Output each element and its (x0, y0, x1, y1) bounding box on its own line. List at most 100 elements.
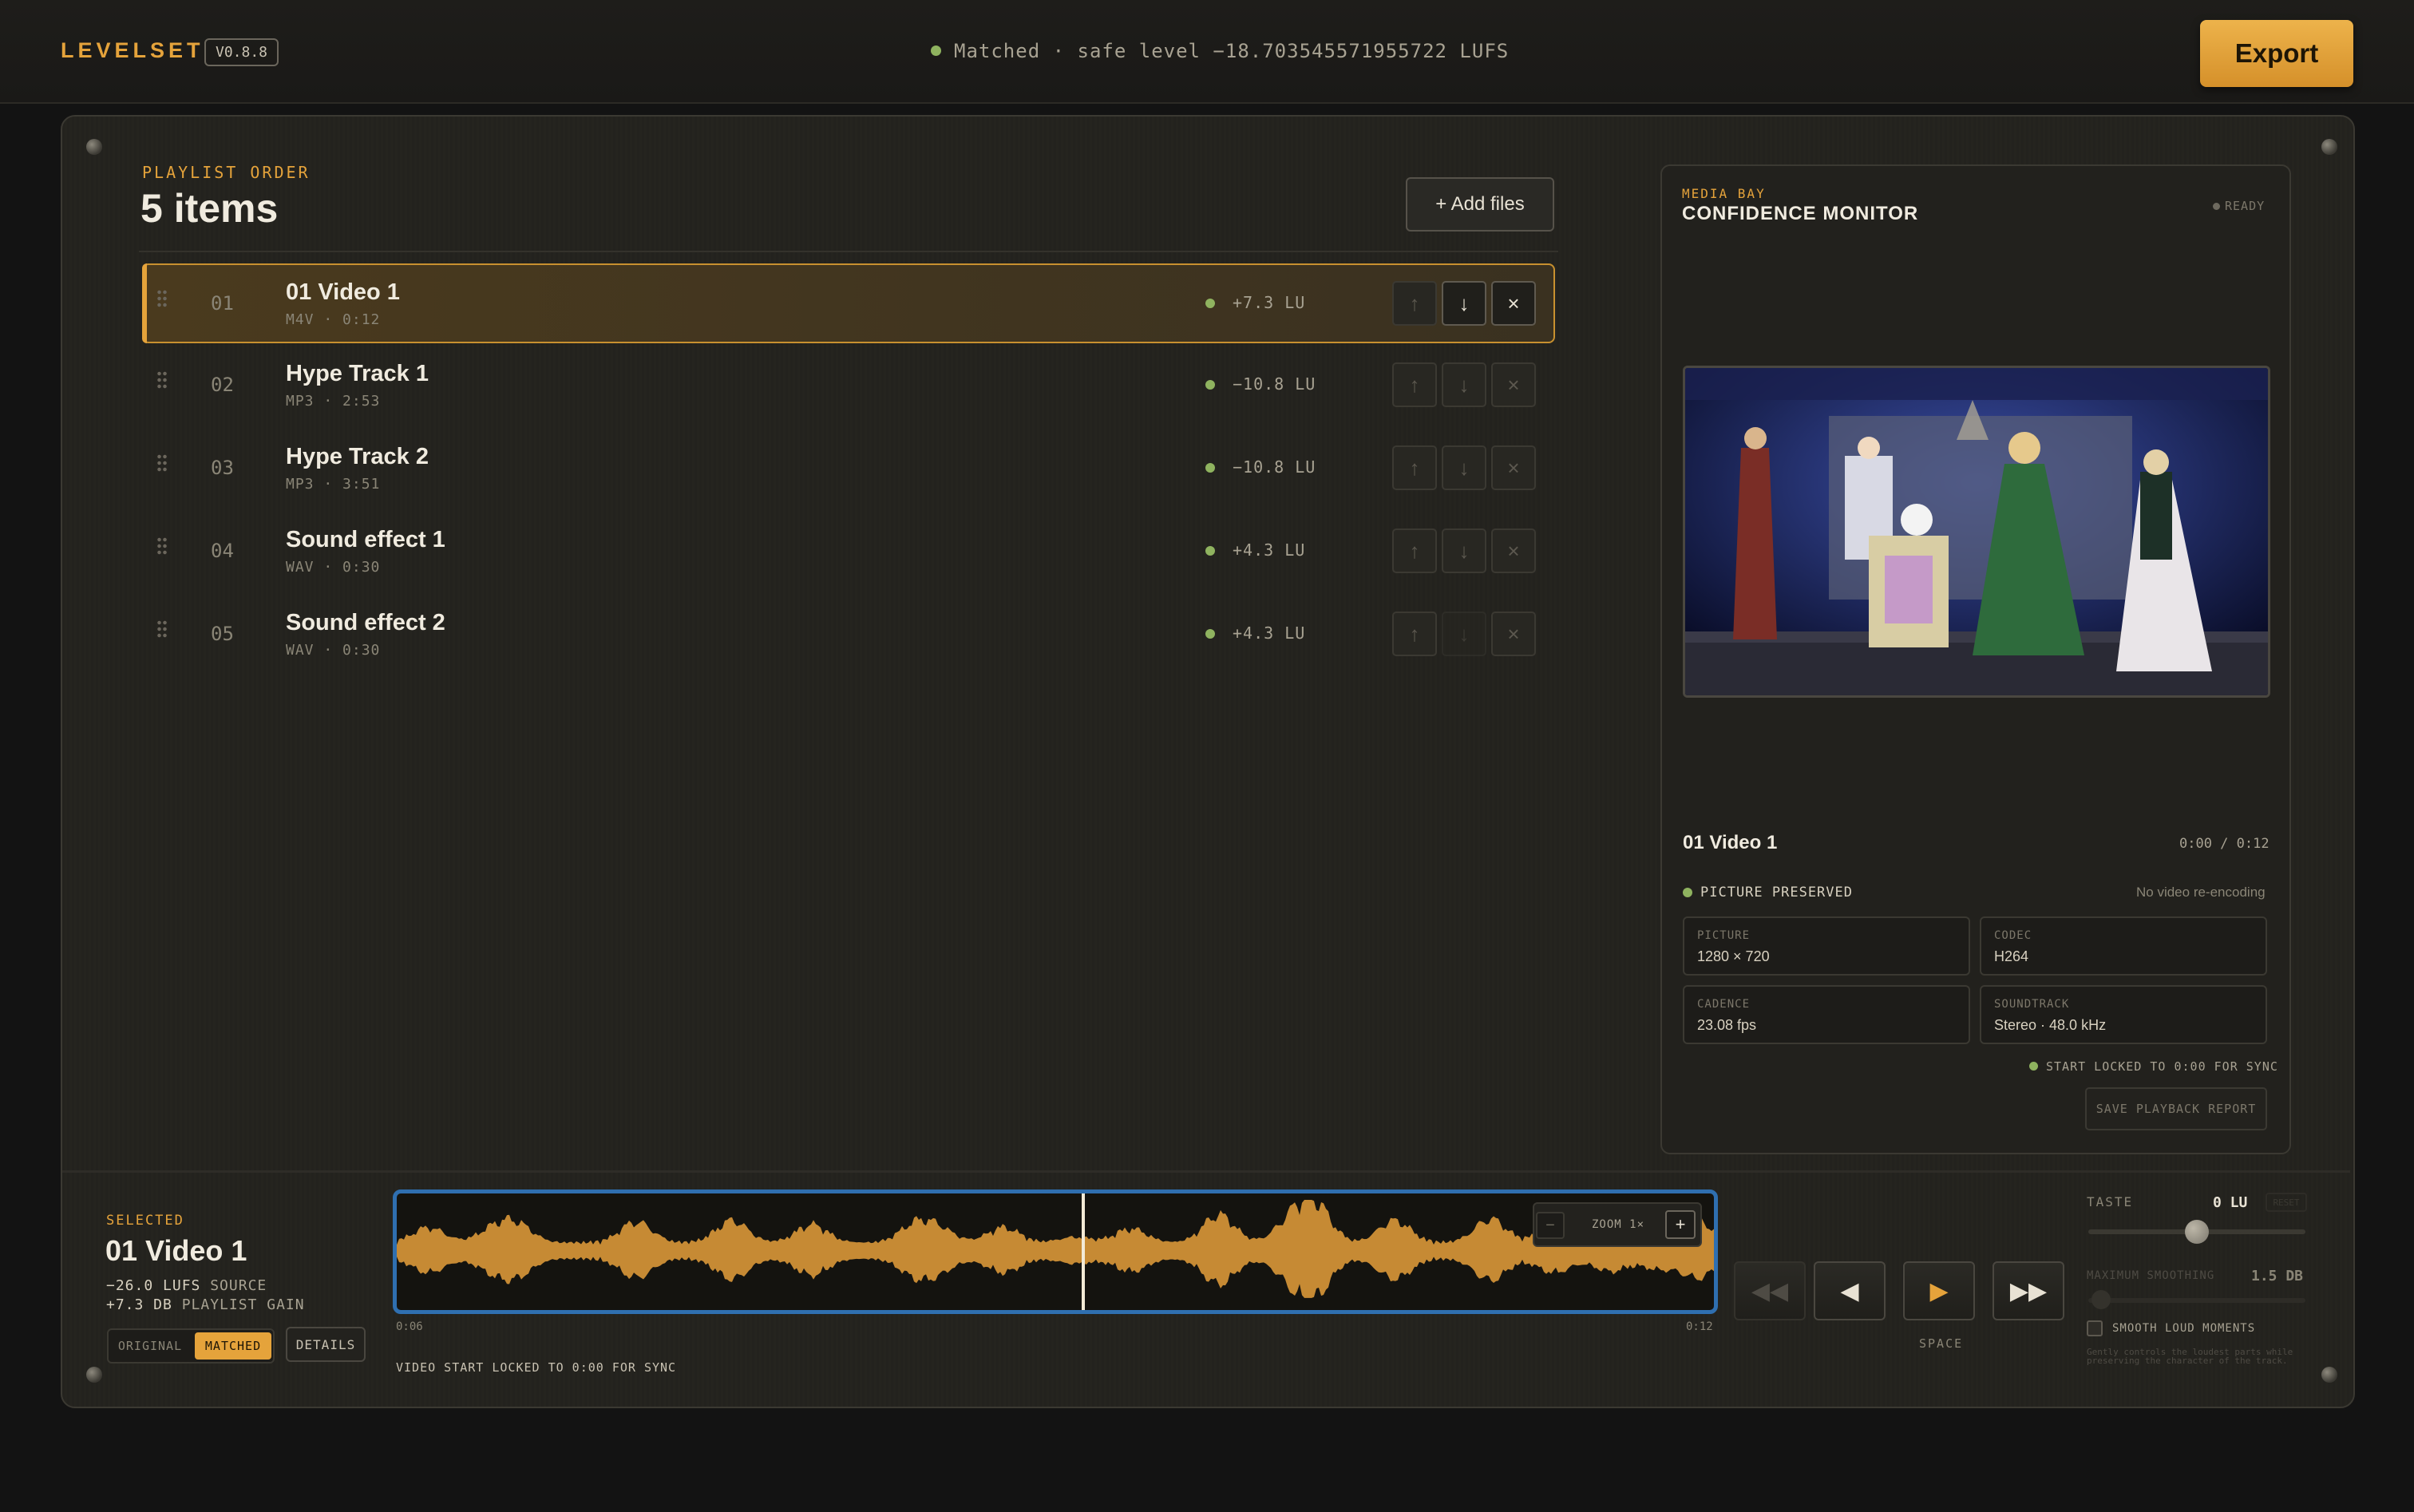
spec-cadence: CADENCE 23.08 fps (1683, 985, 1970, 1044)
move-down-button[interactable]: ↓ (1442, 445, 1486, 490)
playlist-row[interactable]: 03 Hype Track 2 MP3 · 3:51 −10.8 LU ↑ ↓ × (144, 429, 1553, 506)
track-gain: −10.8 LU (1233, 374, 1316, 394)
rewind-button[interactable]: ◀◀ (1734, 1261, 1806, 1320)
playlist-row[interactable]: 04 Sound effect 1 WAV · 0:30 +4.3 LU ↑ ↓ × (144, 513, 1553, 589)
waveform-editor[interactable] (393, 1189, 1718, 1314)
spec-label: CADENCE (1697, 998, 1751, 1011)
playlist-kicker: PLAYLIST ORDER (142, 163, 311, 182)
arrow-down-icon: ↓ (1458, 621, 1470, 646)
status-dot-icon (1683, 888, 1692, 897)
track-title: Hype Track 1 (286, 361, 429, 386)
previous-button[interactable]: ◀ (1814, 1261, 1886, 1320)
spec-label: PICTURE (1697, 929, 1751, 942)
status-dot-icon (1205, 629, 1215, 639)
taste-slider-knob[interactable] (2185, 1220, 2209, 1244)
spec-label: CODEC (1994, 929, 2032, 942)
fast-forward-button[interactable]: ▶▶ (1993, 1261, 2064, 1320)
move-down-button[interactable]: ↓ (1442, 528, 1486, 573)
screw-icon (86, 1367, 102, 1383)
divider (139, 251, 1558, 252)
drag-handle-icon[interactable] (156, 619, 168, 639)
arrow-down-icon: ↓ (1458, 372, 1470, 397)
export-button[interactable]: Export (2200, 20, 2353, 87)
taste-slider[interactable] (2088, 1220, 2305, 1244)
add-files-button[interactable]: + Add files (1406, 177, 1554, 232)
spec-codec: CODEC H264 (1980, 916, 2267, 976)
playhead[interactable] (1082, 1193, 1085, 1310)
smoothing-label: MAXIMUM SMOOTHING (2087, 1269, 2215, 1282)
smoothing-slider-knob[interactable] (2091, 1290, 2111, 1309)
track-gain: +7.3 LU (1233, 293, 1306, 312)
play-shortcut-hint: SPACE (1919, 1336, 1964, 1351)
track-number: 05 (211, 623, 234, 645)
track-title: Sound effect 2 (286, 610, 445, 635)
move-up-button[interactable]: ↑ (1392, 612, 1437, 656)
drag-handle-icon[interactable] (156, 370, 168, 390)
smoothing-value: 1.5 DB (2251, 1268, 2304, 1284)
close-icon: × (1507, 291, 1520, 315)
source-loudness-label: SOURCE (210, 1277, 267, 1294)
drag-handle-icon[interactable] (156, 289, 168, 308)
track-title: 01 Video 1 (286, 279, 400, 305)
smoothing-slider[interactable] (2088, 1298, 2305, 1303)
move-up-button[interactable]: ↑ (1392, 528, 1437, 573)
taste-label: TASTE (2087, 1194, 2134, 1209)
taste-reset-button[interactable]: RESET (2266, 1193, 2307, 1212)
track-title: Hype Track 2 (286, 444, 429, 469)
playlist-row[interactable]: 02 Hype Track 1 MP3 · 2:53 −10.8 LU ↑ ↓ × (144, 346, 1553, 423)
arrow-up-icon: ↑ (1409, 538, 1420, 563)
match-status-text: Matched · safe level −18.703545571955722… (954, 40, 1510, 62)
monitor-title: CONFIDENCE MONITOR (1682, 203, 1919, 224)
no-reencoding-note: No video re-encoding (2136, 885, 2266, 900)
move-up-button[interactable]: ↑ (1392, 362, 1437, 407)
monitor-clip-name: 01 Video 1 (1683, 832, 1778, 853)
arrow-up-icon: ↑ (1409, 621, 1420, 646)
mode-matched-button[interactable]: MATCHED (195, 1332, 271, 1360)
selected-title: 01 Video 1 (105, 1234, 247, 1267)
spec-value: 1280 × 720 (1697, 948, 1770, 964)
app-logo: LEVELSET (61, 38, 204, 62)
remove-button[interactable]: × (1491, 362, 1536, 407)
video-preview[interactable] (1683, 366, 2270, 698)
zoom-in-button[interactable]: + (1665, 1210, 1696, 1239)
remove-button[interactable]: × (1491, 612, 1536, 656)
remove-button[interactable]: × (1491, 528, 1536, 573)
play-button[interactable]: ▶ (1903, 1261, 1975, 1320)
move-up-button[interactable]: ↑ (1392, 445, 1437, 490)
move-down-button[interactable]: ↓ (1442, 362, 1486, 407)
track-number: 04 (211, 540, 234, 562)
playlist-count: 5 items (140, 186, 279, 231)
track-number: 03 (211, 457, 234, 479)
save-playback-report-button[interactable]: SAVE PLAYBACK REPORT (2085, 1087, 2267, 1130)
track-gain: +4.3 LU (1233, 540, 1306, 560)
stage-scene-image (1685, 368, 2268, 695)
status-dot-icon (1205, 546, 1215, 556)
spec-label: SOUNDTRACK (1994, 998, 2070, 1011)
move-down-button[interactable]: ↓ (1442, 612, 1486, 656)
smooth-loud-moments-description: Gently controls the loudest parts while … (2087, 1347, 2293, 1366)
zoom-level: ZOOM 1× (1592, 1218, 1645, 1231)
picture-preserved-text: PICTURE PRESERVED (1700, 885, 1853, 900)
track-meta: M4V · 0:12 (286, 311, 381, 328)
remove-button[interactable]: × (1491, 281, 1536, 326)
monitor-kicker: MEDIA BAY (1682, 186, 1766, 201)
remove-button[interactable]: × (1491, 445, 1536, 490)
zoom-out-button[interactable]: − (1536, 1212, 1565, 1239)
drag-handle-icon[interactable] (156, 453, 168, 473)
monitor-ready-status: READY (2213, 199, 2265, 213)
track-gain: −10.8 LU (1233, 457, 1316, 477)
mode-original-button[interactable]: ORIGINAL (109, 1332, 192, 1360)
playlist-row[interactable]: 01 01 Video 1 M4V · 0:12 +7.3 LU ↑ ↓ × (142, 263, 1555, 343)
smooth-loud-moments-checkbox[interactable] (2087, 1320, 2103, 1336)
track-gain: +4.3 LU (1233, 623, 1306, 643)
track-meta: WAV · 0:30 (286, 642, 381, 659)
details-button[interactable]: DETAILS (286, 1327, 366, 1362)
move-down-button[interactable]: ↓ (1442, 281, 1486, 326)
drag-handle-icon[interactable] (156, 536, 168, 556)
playlist-row[interactable]: 05 Sound effect 2 WAV · 0:30 +4.3 LU ↑ ↓ × (144, 596, 1553, 672)
divider (62, 1170, 2350, 1173)
waveform-sync-note: VIDEO START LOCKED TO 0:00 FOR SYNC (396, 1360, 677, 1375)
move-up-button[interactable]: ↑ (1392, 281, 1437, 326)
track-number: 02 (211, 374, 234, 396)
spec-value: H264 (1994, 948, 2029, 964)
